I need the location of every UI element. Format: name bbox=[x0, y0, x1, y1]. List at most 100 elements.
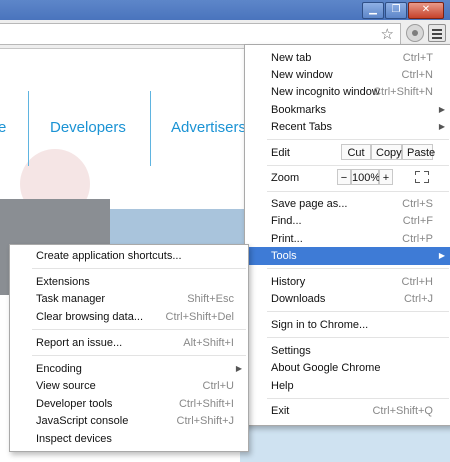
menu-item-help[interactable]: Help bbox=[245, 377, 450, 395]
menu-item-label: Find... bbox=[271, 215, 302, 227]
menu-separator bbox=[32, 268, 246, 269]
zoom-out-button[interactable]: − bbox=[337, 169, 351, 185]
menu-item-clear-browsing-data[interactable]: Clear browsing data... Ctrl+Shift+Del bbox=[10, 308, 248, 326]
close-button[interactable]: ✕ bbox=[408, 2, 444, 19]
menu-item-new-window[interactable]: New window Ctrl+N bbox=[245, 66, 450, 84]
menu-item-find[interactable]: Find... Ctrl+F bbox=[245, 212, 450, 230]
zoom-in-button[interactable]: + bbox=[379, 169, 393, 185]
menu-item-tools[interactable]: Tools ▶ bbox=[245, 247, 450, 265]
menu-separator bbox=[32, 329, 246, 330]
menu-item-label: Save page as... bbox=[271, 198, 348, 210]
menu-item-label: Settings bbox=[271, 345, 311, 357]
submenu-arrow-icon: ▶ bbox=[438, 251, 445, 260]
menu-item-task-manager[interactable]: Task manager Shift+Esc bbox=[10, 290, 248, 308]
menu-item-label: Zoom bbox=[271, 172, 300, 184]
menu-item-label: Downloads bbox=[271, 293, 326, 305]
menu-item-label: Bookmarks bbox=[271, 104, 327, 116]
menu-item-label: Create application shortcuts... bbox=[36, 250, 182, 262]
menu-item-sign-in[interactable]: Sign in to Chrome... bbox=[245, 316, 450, 334]
menu-item-shortcut: Ctrl+Shift+J bbox=[176, 415, 234, 427]
menu-item-new-tab[interactable]: New tab Ctrl+T bbox=[245, 49, 450, 67]
paste-button[interactable]: Paste bbox=[402, 144, 435, 160]
menu-item-view-source[interactable]: View source Ctrl+U bbox=[10, 377, 248, 395]
menu-item-label: JavaScript console bbox=[36, 415, 129, 427]
menu-item-shortcut: Alt+Shift+I bbox=[183, 337, 234, 349]
menu-item-shortcut: Ctrl+S bbox=[402, 198, 433, 210]
menu-item-javascript-console[interactable]: JavaScript console Ctrl+Shift+J bbox=[10, 412, 248, 430]
maximize-button[interactable]: ❐ bbox=[385, 2, 407, 19]
chrome-main-menu: New tab Ctrl+T New window Ctrl+N New inc… bbox=[244, 44, 450, 426]
menu-item-shortcut: Ctrl+Shift+Q bbox=[372, 405, 433, 417]
submenu-arrow-icon: ▶ bbox=[438, 105, 445, 114]
menu-item-label: Report an issue... bbox=[36, 337, 123, 349]
submenu-arrow-icon: ▶ bbox=[438, 122, 445, 131]
extension-icon[interactable] bbox=[406, 24, 424, 42]
tools-submenu: Create application shortcuts... Extensio… bbox=[9, 244, 249, 452]
nav-link-developers[interactable]: Developers bbox=[50, 119, 126, 136]
address-bar[interactable]: ☆ bbox=[0, 23, 401, 45]
menu-item-label: History bbox=[271, 276, 306, 288]
menu-item-label: Developer tools bbox=[36, 398, 113, 410]
menu-item-label: Task manager bbox=[36, 293, 106, 305]
fullscreen-icon[interactable] bbox=[415, 171, 429, 183]
menu-item-shortcut: Shift+Esc bbox=[187, 293, 234, 305]
cut-button[interactable]: Cut bbox=[341, 144, 371, 160]
menu-item-label: View source bbox=[36, 380, 96, 392]
copy-button[interactable]: Copy bbox=[371, 144, 402, 160]
menu-item-shortcut: Ctrl+J bbox=[403, 293, 433, 305]
menu-item-label: Encoding bbox=[36, 363, 82, 375]
menu-item-label: Print... bbox=[271, 233, 303, 245]
menu-separator bbox=[32, 355, 246, 356]
nav-link-partial[interactable]: e bbox=[0, 119, 6, 136]
menu-item-recent-tabs[interactable]: Recent Tabs ▶ bbox=[245, 118, 450, 136]
menu-item-extensions[interactable]: Extensions bbox=[10, 273, 248, 291]
menu-separator bbox=[267, 139, 449, 140]
menu-item-create-shortcuts[interactable]: Create application shortcuts... bbox=[10, 247, 248, 265]
menu-item-report-issue[interactable]: Report an issue... Alt+Shift+I bbox=[10, 334, 248, 352]
menu-item-downloads[interactable]: Downloads Ctrl+J bbox=[245, 290, 450, 308]
menu-item-label: New tab bbox=[271, 52, 312, 64]
menu-item-label: Help bbox=[271, 380, 294, 392]
menu-item-encoding[interactable]: Encoding ▶ bbox=[10, 360, 248, 378]
menu-item-settings[interactable]: Settings bbox=[245, 342, 450, 360]
menu-item-save-page[interactable]: Save page as... Ctrl+S bbox=[245, 195, 450, 213]
menu-separator bbox=[267, 191, 449, 192]
menu-item-label: Extensions bbox=[36, 276, 90, 288]
menu-item-label: Sign in to Chrome... bbox=[271, 319, 369, 331]
hamburger-menu-icon[interactable] bbox=[428, 24, 446, 42]
menu-item-zoom: Zoom − 100% + bbox=[245, 169, 450, 187]
menu-item-bookmarks[interactable]: Bookmarks ▶ bbox=[245, 101, 450, 119]
window-controls: ▁ ❐ ✕ bbox=[362, 2, 444, 19]
menu-item-shortcut: Ctrl+F bbox=[402, 215, 433, 227]
menu-item-exit[interactable]: Exit Ctrl+Shift+Q bbox=[245, 402, 450, 420]
nav-link-advertisers[interactable]: Advertisers bbox=[171, 119, 246, 136]
window-titlebar: ▁ ❐ ✕ bbox=[0, 0, 450, 20]
menu-item-shortcut: Ctrl+N bbox=[401, 69, 433, 81]
menu-separator bbox=[267, 311, 449, 312]
menu-item-inspect-devices[interactable]: Inspect devices bbox=[10, 430, 248, 448]
menu-item-label: Exit bbox=[271, 405, 290, 417]
menu-item-new-incognito[interactable]: New incognito window Ctrl+Shift+N bbox=[245, 83, 450, 101]
menu-item-shortcut: Ctrl+Shift+Del bbox=[165, 311, 234, 323]
minimize-button[interactable]: ▁ bbox=[362, 2, 384, 19]
menu-item-about[interactable]: About Google Chrome bbox=[245, 359, 450, 377]
menu-item-label: Clear browsing data... bbox=[36, 311, 143, 323]
menu-separator bbox=[267, 337, 449, 338]
menu-separator bbox=[267, 165, 449, 166]
submenu-arrow-icon: ▶ bbox=[235, 364, 242, 373]
menu-item-label: Recent Tabs bbox=[271, 121, 332, 133]
zoom-level: 100% bbox=[351, 169, 380, 185]
menu-item-label: New incognito window bbox=[271, 86, 380, 98]
nav-divider bbox=[28, 91, 29, 166]
menu-item-edit: Edit Cut Copy Paste bbox=[245, 144, 450, 162]
star-icon[interactable]: ☆ bbox=[381, 25, 394, 43]
menu-item-label: Edit bbox=[271, 147, 290, 159]
menu-item-history[interactable]: History Ctrl+H bbox=[245, 273, 450, 291]
menu-item-print[interactable]: Print... Ctrl+P bbox=[245, 230, 450, 248]
menu-item-label: Tools bbox=[271, 250, 297, 262]
menu-item-shortcut: Ctrl+H bbox=[401, 276, 433, 288]
menu-item-shortcut: Ctrl+Shift+I bbox=[178, 398, 234, 410]
menu-item-developer-tools[interactable]: Developer tools Ctrl+Shift+I bbox=[10, 395, 248, 413]
menu-item-label: Inspect devices bbox=[36, 433, 112, 445]
nav-divider bbox=[150, 91, 151, 166]
